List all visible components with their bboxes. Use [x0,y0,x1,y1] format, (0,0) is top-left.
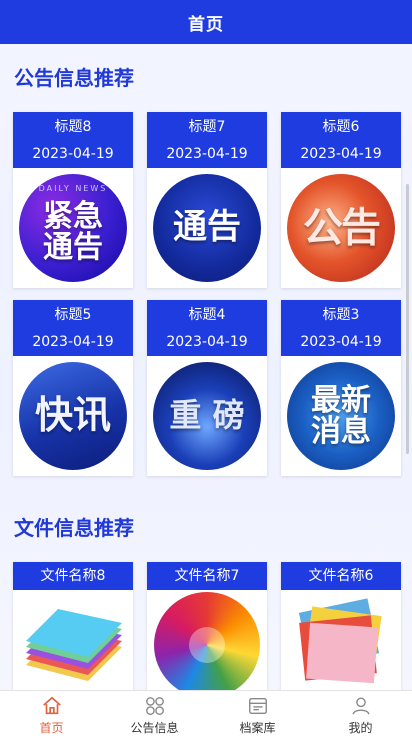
user-icon [352,697,369,715]
notice-title: 标题3 [322,307,360,323]
bottom-tab-bar: 首页 公告信息 档案库 我的 [0,690,412,740]
notice-card[interactable]: 标题8 2023-04-19 DAILY NEWS 紧急 通告 [13,112,133,288]
tab-mine[interactable]: 我的 [309,691,412,740]
image-text: 快讯 [34,393,111,438]
file-card[interactable]: 文件名称8 [13,562,133,690]
notice-date: 2023-04-19 [32,146,114,162]
scrollbar[interactable] [406,184,409,454]
notice-card[interactable]: 标题4 2023-04-19 重 磅 [147,300,267,476]
tab-archive[interactable]: 档案库 [206,691,309,740]
file-title: 文件名称6 [281,562,401,590]
image-caption: DAILY NEWS [38,184,108,193]
tab-label: 档案库 [239,721,276,735]
notice-title: 标题4 [188,307,226,323]
notice-date: 2023-04-19 [166,334,248,350]
files-section-title: 文件信息推荐 [14,516,134,540]
file-card[interactable]: 文件名称6 [281,562,401,690]
color-folders-image [147,590,267,690]
notice-card[interactable]: 标题5 2023-04-19 快讯 [13,300,133,476]
image-text: 通告 [173,207,241,248]
file-card[interactable]: 文件名称7 [147,562,267,690]
notice-card[interactable]: 标题3 2023-04-19 最新 消息 [281,300,401,476]
latest-news-image: 最新 消息 [287,362,395,470]
page-title: 首页 [188,14,224,35]
image-text: 最新 消息 [311,382,371,449]
archive-icon [248,697,267,715]
tab-label: 公告信息 [130,721,179,735]
notice-card[interactable]: 标题7 2023-04-19 通告 [147,112,267,288]
tab-label: 首页 [39,721,64,735]
notice-date: 2023-04-19 [166,146,248,162]
home-icon [42,696,61,715]
grid-icon [145,697,164,715]
tab-notices[interactable]: 公告信息 [103,691,206,740]
notice-image: 通告 [153,174,261,282]
notice-title: 标题5 [54,307,92,323]
tab-home[interactable]: 首页 [0,691,103,740]
notice-date: 2023-04-19 [32,334,114,350]
image-text: 公告 [303,205,381,251]
notices-section-title: 公告信息推荐 [14,66,134,90]
headline-image: 重 磅 [153,362,261,470]
file-title: 文件名称7 [147,562,267,590]
announcement-image: 公告 [287,174,395,282]
file-title: 文件名称8 [13,562,133,590]
color-papers-image [281,590,401,690]
flash-news-image: 快讯 [19,362,127,470]
main-scroll-area[interactable]: 公告信息推荐 标题8 2023-04-19 DAILY NEWS 紧急 通告 标… [0,44,412,690]
image-text: 重 磅 [169,396,245,435]
image-text: 紧急 通告 [43,198,103,265]
notice-card[interactable]: 标题6 2023-04-19 公告 [281,112,401,288]
page-header: 首页 [0,0,412,44]
urgent-notice-image: DAILY NEWS 紧急 通告 [19,174,127,282]
notice-date: 2023-04-19 [300,146,382,162]
notice-title: 标题6 [322,119,360,135]
notice-title: 标题8 [54,119,92,135]
notice-title: 标题7 [188,119,226,135]
tab-label: 我的 [348,721,373,735]
notice-date: 2023-04-19 [300,334,382,350]
paper-stack-image [13,590,133,690]
